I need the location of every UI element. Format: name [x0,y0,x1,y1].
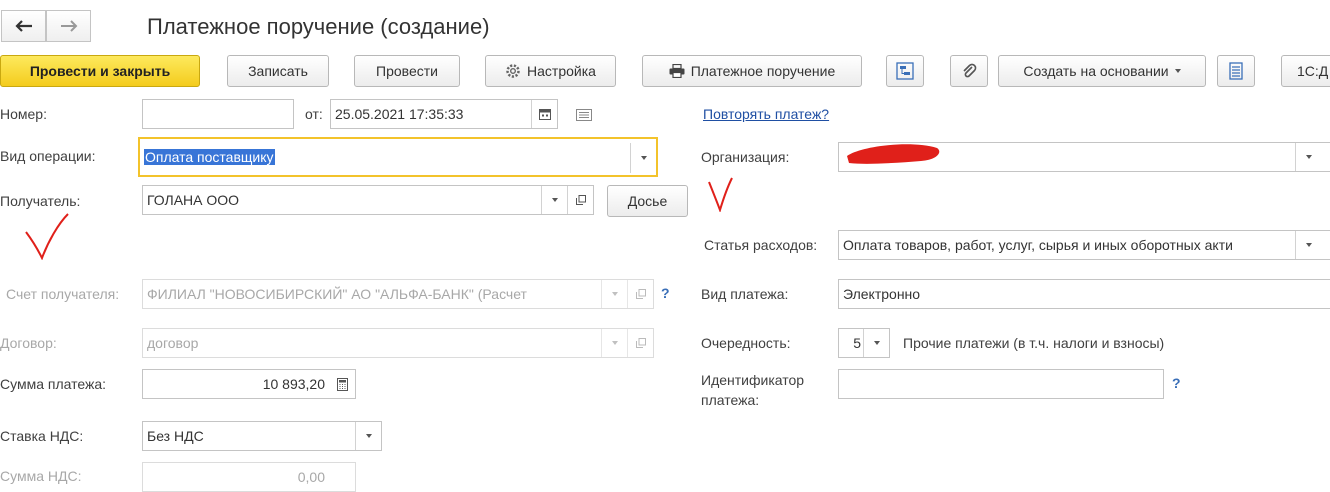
open-window-icon [635,289,646,299]
priority-label: Очередность: [701,335,791,351]
operation-type-value: Оплата поставщику [144,149,275,165]
recipient-account-label: Счет получателя: [6,286,120,302]
amount-input[interactable]: 10 893,20 [142,369,356,399]
recipient-account-help-icon[interactable]: ? [661,285,670,301]
vat-amount-label: Сумма НДС: [0,468,82,484]
settings-button-label: Настройка [527,63,596,79]
organization-dropdown[interactable] [1295,143,1321,171]
amount-value: 10 893,20 [262,376,325,392]
contract-open-button[interactable] [627,329,653,357]
recipient-dropdown[interactable] [541,186,567,214]
list-button[interactable] [1217,55,1255,87]
list-icon [1229,62,1243,80]
post-and-close-button[interactable]: Провести и закрыть [0,55,200,87]
chevron-down-icon [1305,155,1312,159]
post-button[interactable]: Провести [354,55,460,87]
operation-type-input[interactable]: Оплата поставщику [138,137,658,177]
structure-button[interactable] [886,55,924,87]
payment-type-value: Электронно [843,286,921,302]
forward-button[interactable] [46,10,91,42]
printer-icon [669,64,685,78]
recipient-account-value: ФИЛИАЛ "НОВОСИБИРСКИЙ" АО "АЛЬФА-БАНК" (… [147,286,527,302]
recipient-open-button[interactable] [567,186,593,214]
arrow-right-icon [60,20,77,32]
organization-label: Организация: [701,149,790,165]
recipient-account-dropdown[interactable] [601,280,627,308]
payment-type-input[interactable]: Электронно [838,279,1330,309]
check-mark-annotation [707,176,733,214]
date-input[interactable]: 25.05.2021 17:35:33 [330,99,558,129]
priority-description: Прочие платежи (в т.ч. налоги и взносы) [903,335,1165,351]
operation-type-label: Вид операции: [0,148,96,164]
chevron-down-icon [611,341,618,345]
recipient-input[interactable]: ГОЛАНА ООО [142,185,594,215]
contract-dropdown[interactable] [601,329,627,357]
amount-label: Сумма платежа: [0,376,107,392]
check-mark-annotation [24,212,70,261]
chevron-down-icon [1305,243,1312,247]
create-based-on-button[interactable]: Создать на основании [998,55,1206,87]
chevron-down-icon [873,341,880,345]
vat-rate-dropdown[interactable] [355,422,381,450]
open-window-icon [635,338,646,348]
save-button[interactable]: Записать [227,55,329,87]
print-payment-order-button[interactable]: Платежное поручение [642,55,862,87]
calculator-button[interactable] [329,370,355,398]
number-input[interactable] [142,99,294,129]
chevron-down-icon [611,292,618,296]
expense-item-dropdown[interactable] [1295,231,1321,259]
calculator-icon [336,377,348,391]
payment-id-help-icon[interactable]: ? [1172,375,1181,391]
recipient-account-input[interactable]: ФИЛИАЛ "НОВОСИБИРСКИЙ" АО "АЛЬФА-БАНК" (… [142,279,654,309]
paperclip-icon [963,63,977,78]
attach-file-button[interactable] [950,55,988,87]
expense-item-input[interactable]: Оплата товаров, работ, услуг, сырья и ин… [838,230,1330,260]
1c-document-button[interactable]: 1С:Д [1281,55,1330,87]
date-value: 25.05.2021 17:35:33 [335,106,464,122]
payment-id-input[interactable] [838,369,1164,399]
print-button-label: Платежное поручение [690,63,836,79]
priority-input[interactable]: 5 [838,328,890,358]
vat-rate-label: Ставка НДС: [0,428,84,444]
document-lines-icon [576,109,592,121]
redaction-mark [841,136,945,168]
contract-value: договор [147,335,199,351]
back-button[interactable] [1,10,46,42]
chevron-down-icon [1174,69,1181,73]
payment-id-label-line1: Идентификатор [701,372,805,388]
number-label: Номер: [0,106,47,122]
structure-icon [896,62,914,80]
contract-input[interactable]: договор [142,328,654,358]
payment-type-label: Вид платежа: [701,286,789,302]
dossier-button[interactable]: Досье [607,185,688,217]
calendar-button[interactable] [531,100,557,128]
priority-dropdown[interactable] [863,329,889,357]
vat-rate-value: Без НДС [147,428,204,444]
operation-type-dropdown[interactable] [630,143,656,173]
payment-id-label-line2: платежа: [701,392,760,408]
settings-button[interactable]: Настройка [485,55,616,87]
recipient-value: ГОЛАНА ООО [147,192,240,208]
gear-icon [506,64,520,78]
calendar-icon [538,109,551,120]
chevron-down-icon [551,198,558,202]
vat-amount-input[interactable]: 0,00 [142,462,356,492]
expense-item-label: Статья расходов: [704,237,818,253]
open-window-icon [575,195,586,205]
recipient-label: Получатель: [0,193,81,209]
vat-rate-input[interactable]: Без НДС [142,421,382,451]
date-label: от: [305,106,323,122]
expense-item-value: Оплата товаров, работ, услуг, сырья и ин… [843,237,1233,253]
chevron-down-icon [640,156,647,160]
arrow-left-icon [14,20,32,32]
recipient-account-open-button[interactable] [627,280,653,308]
repeat-payment-link[interactable]: Повторять платеж? [703,106,829,122]
contract-label: Договор: [0,335,57,351]
create-based-on-label: Создать на основании [1023,63,1169,79]
chevron-down-icon [365,434,372,438]
vat-amount-value: 0,00 [297,469,325,485]
page-title: Платежное поручение (создание) [147,14,490,39]
comment-button[interactable] [571,100,597,130]
